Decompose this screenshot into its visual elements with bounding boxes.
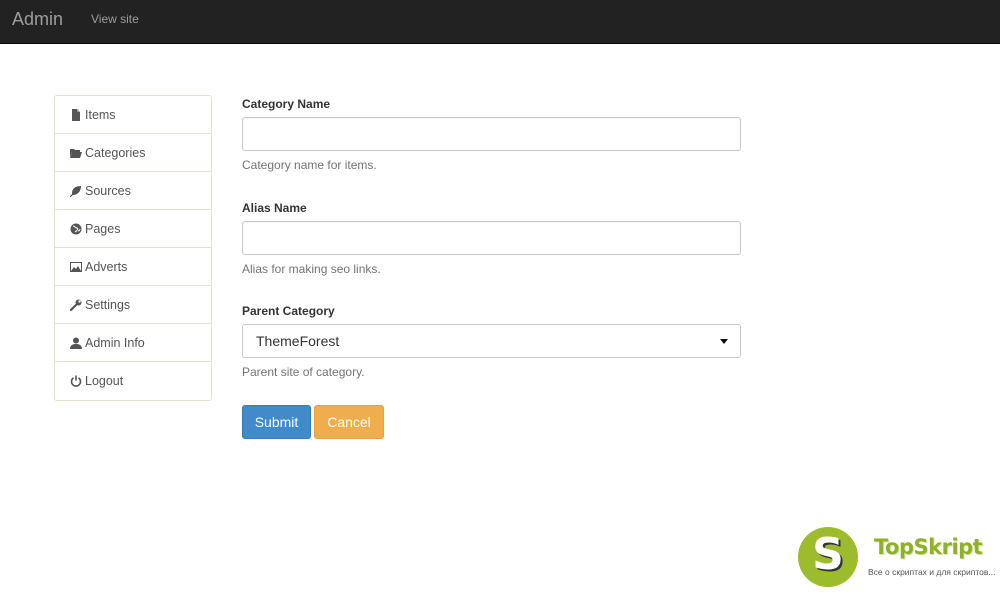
watermark-logo-letter: S bbox=[812, 529, 844, 580]
file-icon bbox=[70, 108, 82, 121]
sidebar-item-pages[interactable]: Pages bbox=[55, 210, 211, 248]
top-navbar: Admin View site bbox=[0, 0, 1000, 44]
sidebar-item-label: Adverts bbox=[85, 259, 128, 274]
picture-icon bbox=[70, 261, 82, 273]
globe-icon bbox=[70, 223, 82, 235]
parent-category-selected: ThemeForest bbox=[256, 333, 340, 349]
sidebar-item-label: Pages bbox=[85, 221, 121, 236]
watermark-subtitle: Все о скриптах и для скриптов... bbox=[868, 567, 996, 577]
sidebar-item-label: Categories bbox=[85, 145, 146, 160]
sidebar-item-label: Logout bbox=[85, 374, 124, 388]
category-name-help: Category name for items. bbox=[242, 158, 377, 172]
sidebar-item-settings[interactable]: Settings bbox=[55, 286, 211, 324]
sidebar-menu: Items Categories Sources Pages Adverts S… bbox=[54, 95, 212, 401]
submit-button[interactable]: Submit bbox=[242, 405, 311, 439]
view-site-link[interactable]: View site bbox=[91, 12, 139, 26]
alias-name-label: Alias Name bbox=[242, 201, 307, 215]
folder-open-icon bbox=[70, 147, 82, 159]
sidebar-item-adverts[interactable]: Adverts bbox=[55, 248, 211, 286]
sidebar-item-logout[interactable]: Logout bbox=[55, 362, 211, 400]
wrench-icon bbox=[70, 299, 82, 311]
alias-name-input[interactable] bbox=[242, 221, 741, 255]
sidebar-item-label: Settings bbox=[85, 297, 131, 312]
sidebar-item-sources[interactable]: Sources bbox=[55, 172, 211, 210]
parent-category-label: Parent Category bbox=[242, 304, 335, 318]
cancel-button[interactable]: Cancel bbox=[314, 405, 384, 439]
chevron-down-icon bbox=[720, 339, 728, 344]
alias-name-help: Alias for making seo links. bbox=[242, 262, 381, 276]
sidebar-item-items[interactable]: Items bbox=[55, 96, 211, 134]
topskript-watermark: S TopSkript Все о скриптах и для скрипто… bbox=[798, 527, 1000, 595]
sidebar-item-admin-info[interactable]: Admin Info bbox=[55, 324, 211, 362]
parent-category-select[interactable]: ThemeForest bbox=[242, 324, 741, 358]
category-name-input[interactable] bbox=[242, 117, 741, 151]
user-icon bbox=[70, 337, 82, 349]
leaf-icon bbox=[70, 185, 82, 197]
watermark-title: TopSkript bbox=[874, 535, 983, 559]
sidebar-item-categories[interactable]: Categories bbox=[55, 134, 211, 172]
sidebar-item-label: Items bbox=[85, 107, 116, 122]
brand-link[interactable]: Admin bbox=[12, 9, 63, 30]
power-icon bbox=[70, 375, 82, 387]
watermark-logo: S bbox=[798, 527, 858, 587]
sidebar-item-label: Sources bbox=[85, 183, 131, 198]
category-name-label: Category Name bbox=[242, 97, 331, 111]
parent-category-help: Parent site of category. bbox=[242, 365, 365, 379]
sidebar-item-label: Admin Info bbox=[85, 335, 145, 350]
